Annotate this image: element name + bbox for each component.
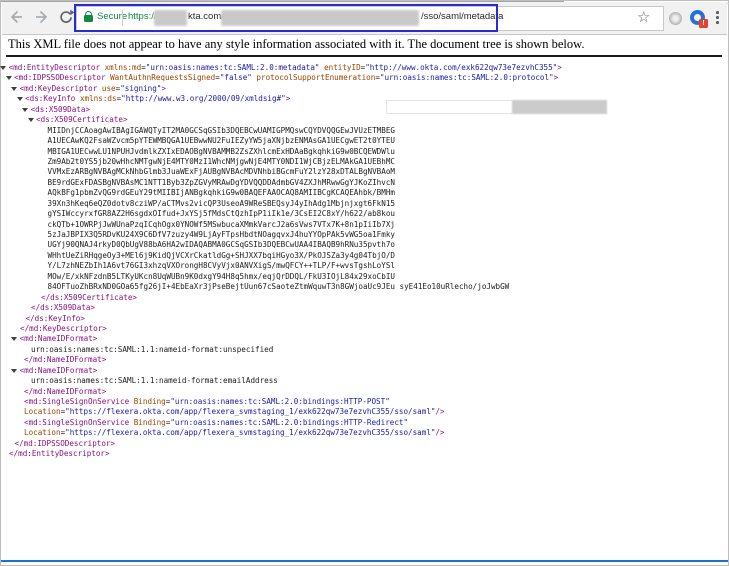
url-protocol: https:// — [128, 11, 157, 22]
content-redaction-blur — [512, 100, 607, 114]
refresh-icon — [57, 8, 75, 31]
back-arrow-icon — [7, 8, 25, 31]
xml-line: <ds:X509Certificate> — [1, 115, 728, 125]
xml-line: </md:KeyDescriptor> — [1, 324, 728, 334]
xml-line: MIIDnjCCAoagAwIBAgIGAWQTyIT2MA0GCSqGSIb3… — [1, 126, 728, 136]
xml-line: <md:KeyDescriptor use="signing"> — [1, 84, 728, 94]
xml-line: 39Xn3hKeq6eQZ0dotv8cziWP/aCTMvs2vicQP3Us… — [1, 199, 728, 209]
xml-line: </ds:X509Certificate> — [1, 293, 728, 303]
xml-line: MOw/E/xkNFzdnB5LTKyUKcn8UqWUBn9K0dxgY94H… — [1, 272, 728, 282]
forward-arrow-icon — [33, 8, 51, 31]
xml-line: </md:EntityDescriptor> — [1, 449, 728, 459]
xml-line: <md:IDPSSODescriptor WantAuthnRequestsSi… — [1, 73, 728, 83]
notification-badge: ! — [699, 19, 708, 28]
xml-line: <ds:KeyInfo xmlns:ds="http://www.w3.org/… — [1, 94, 728, 104]
xml-line: <md:NameIDFormat> — [1, 334, 728, 344]
xml-line: VVMxEzARBgNVBAgMCkNhbGlmb3JuaWExFjAUBgNV… — [1, 167, 728, 177]
xml-line: </ds:X509Data> — [1, 303, 728, 313]
collapse-arrow-icon[interactable] — [11, 87, 17, 91]
xml-line: <ds:X509Data> — [1, 105, 728, 115]
xml-line: <md:EntityDescriptor xmlns:md="urn:oasis… — [1, 63, 728, 73]
xml-line: </md:IDPSSODescriptor> — [1, 439, 728, 449]
xml-line: </md:NameIDFormat> — [1, 387, 728, 397]
xml-line: Y/L7zhNEZbIh1A6vt76GI3xhzqVXOrongH8CVyVj… — [1, 261, 728, 271]
xml-tree: <md:EntityDescriptor xmlns:md="urn:oasis… — [1, 59, 728, 460]
xml-line: </ds:KeyInfo> — [1, 314, 728, 324]
extension-icon[interactable] — [669, 12, 682, 25]
browser-menu-button[interactable] — [716, 11, 719, 24]
refresh-button[interactable] — [56, 9, 76, 29]
notice-divider — [6, 55, 722, 57]
secure-lock-icon[interactable] — [84, 15, 93, 22]
xml-line: Location="https://flexera.okta.com/app/f… — [1, 428, 728, 438]
collapse-arrow-icon[interactable] — [22, 108, 28, 112]
xml-line: 5zJaJBPIX3Q5RDvKU24X9C6DfV7zuzy4W9LjAyFT… — [1, 230, 728, 240]
xml-line: <md:SingleSignOnService Binding="urn:oas… — [1, 418, 728, 428]
xml-line: gYSIWccyrxfGR8AZ2H6sgdxOIfud+JxYSj5fMdsC… — [1, 209, 728, 219]
url-divider — [122, 10, 123, 26]
url-host: kta.com/ — [188, 11, 224, 22]
browser-window: Secure https:// kta.com/ /sso/saml/metad… — [0, 0, 729, 566]
xml-line: AQkBFg1pbmZvQG9rdGEuY29tMIIBIjANBgkqhkiG… — [1, 188, 728, 198]
xml-line: <md:NameIDFormat> — [1, 366, 728, 376]
xml-line: </md:NameIDFormat> — [1, 355, 728, 365]
forward-button[interactable] — [32, 9, 52, 29]
bookmark-star-icon[interactable]: ☆ — [637, 8, 650, 26]
xml-line: MBIGA1UECwwLU1NPUHJvdmlkZXIxEDAOBgNVBAMM… — [1, 147, 728, 157]
content-redaction-white — [386, 100, 512, 114]
xml-line: Location="https://flexera.okta.com/app/f… — [1, 407, 728, 417]
xml-line: <md:SingleSignOnService Binding="urn:oas… — [1, 397, 728, 407]
xml-line: A1UECAwKQ2FsaWZvcm5pYTEWMBQGA1UEBwwNU2Fu… — [1, 136, 728, 146]
xml-line: urn:oasis:names:tc:SAML:1.1:nameid-forma… — [1, 376, 728, 386]
bottom-annotation-line — [1, 560, 728, 562]
xml-style-notice: This XML file does not appear to have an… — [8, 37, 720, 52]
xml-line: urn:oasis:names:tc:SAML:1.1:nameid-forma… — [1, 345, 728, 355]
url-path: /sso/saml/metadata — [421, 11, 503, 22]
xml-line: ckQTb+1OWRPjJwWUnaPzqICqhOgx0YNOWf5MSwbu… — [1, 220, 728, 230]
xml-line: BE9rdGExFDASBgNVBAsMC1NTT1Byb3ZpZGVyMRAw… — [1, 178, 728, 188]
collapse-arrow-icon[interactable] — [11, 337, 17, 341]
collapse-arrow-icon[interactable] — [6, 76, 12, 80]
collapse-arrow-icon[interactable] — [11, 369, 17, 373]
url-redaction-2 — [221, 10, 419, 26]
collapse-arrow-icon[interactable] — [28, 118, 34, 122]
xml-line: WHhtUeZiRHqgeOy3+MEl6j9KidQjVCXrCkatldGg… — [1, 251, 728, 261]
back-button[interactable] — [6, 9, 26, 29]
browser-toolbar: Secure https:// kta.com/ /sso/saml/metad… — [2, 2, 727, 35]
collapse-arrow-icon[interactable] — [0, 66, 6, 70]
xml-line: 84OFTuoZhBRxND0GOa65fg26jI+4EbEaXr3jPseB… — [1, 282, 728, 292]
collapse-arrow-icon[interactable] — [17, 97, 23, 101]
url-redaction-1 — [154, 10, 187, 26]
xml-line: UGYj90QNAJ4rkyD0QbUgV88bA6HA2wIDAQABMA0G… — [1, 240, 728, 250]
xml-line: Zm9Ab2t0YS5jb20wHhcNMTgwNjE4MTY0MzI1WhcN… — [1, 157, 728, 167]
